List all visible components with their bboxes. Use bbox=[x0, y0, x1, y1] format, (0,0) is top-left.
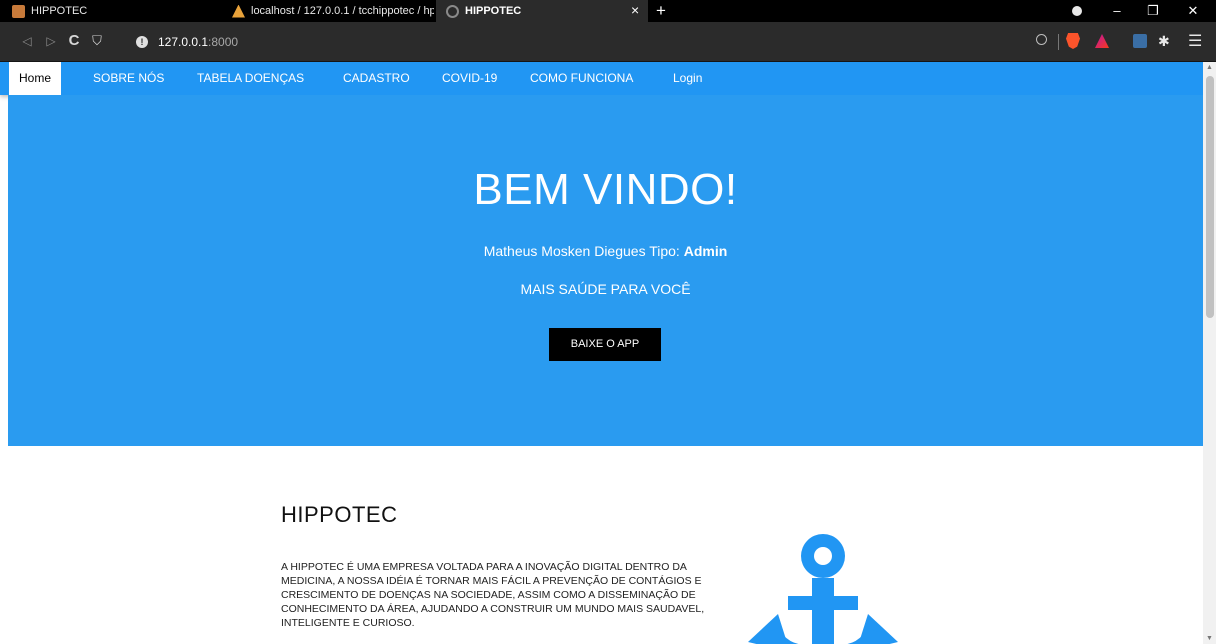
user-type: Admin bbox=[683, 243, 728, 259]
page-scrollbar[interactable]: ▲ ▼ bbox=[1203, 62, 1216, 644]
browser-tab-strip: HIPPOTEC localhost / 127.0.0.1 / tcchipp… bbox=[0, 0, 1216, 22]
extension-icon[interactable] bbox=[1133, 34, 1147, 48]
nav-item-cadastro[interactable]: CADASTRO bbox=[343, 62, 410, 95]
bookmark-icon[interactable]: ⛉ bbox=[86, 32, 108, 50]
new-tab-icon[interactable]: + bbox=[656, 0, 666, 22]
page-viewport: Home SOBRE NÓS TABELA DOENÇAS CADASTRO C… bbox=[0, 62, 1203, 644]
window-close-icon[interactable]: ✕ bbox=[1178, 0, 1208, 22]
browser-tab-hippotec[interactable]: HIPPOTEC bbox=[4, 0, 214, 22]
hero-title: BEM VINDO! bbox=[473, 165, 738, 214]
browser-toolbar: ◁ ▷ C ⛉ ! 127.0.0.1 :8000 ✱ ☰ bbox=[0, 22, 1216, 62]
url-port: :8000 bbox=[208, 35, 239, 49]
globe-favicon-icon bbox=[446, 4, 459, 18]
minimize-icon[interactable]: – bbox=[1102, 0, 1132, 22]
nav-item-login[interactable]: Login bbox=[673, 62, 702, 95]
nav-item-como-funciona[interactable]: COMO FUNCIONA bbox=[530, 62, 633, 95]
scroll-thumb[interactable] bbox=[1206, 76, 1214, 318]
download-app-button[interactable]: BAIXE O APP bbox=[549, 328, 661, 361]
back-icon[interactable]: ◁ bbox=[16, 32, 38, 50]
tab-close-icon[interactable]: × bbox=[631, 2, 639, 18]
brave-rewards-icon[interactable] bbox=[1095, 34, 1109, 48]
menu-icon[interactable]: ☰ bbox=[1188, 31, 1202, 51]
nav-item-covid-19[interactable]: COVID-19 bbox=[442, 62, 497, 95]
reload-icon[interactable]: C bbox=[63, 32, 85, 50]
anchor-icon bbox=[748, 534, 898, 644]
about-title: HIPPOTEC bbox=[281, 502, 398, 527]
toolbar-divider bbox=[1058, 34, 1059, 50]
url-host: 127.0.0.1 bbox=[158, 35, 209, 49]
tab-title: HIPPOTEC bbox=[31, 5, 88, 17]
scroll-down-icon[interactable]: ▼ bbox=[1203, 635, 1216, 642]
forward-icon[interactable]: ▷ bbox=[40, 32, 62, 50]
scroll-up-icon[interactable]: ▲ bbox=[1203, 64, 1216, 71]
nav-item-tabela-doencas[interactable]: TABELA DOENÇAS bbox=[197, 62, 304, 95]
browser-tab-hippotec-active[interactable]: HIPPOTEC bbox=[436, 0, 648, 22]
profile-icon[interactable] bbox=[1072, 6, 1082, 16]
user-name: Matheus Mosken Diegues Tipo: bbox=[483, 243, 684, 259]
phpmyadmin-favicon-icon bbox=[232, 4, 245, 18]
zoom-icon[interactable] bbox=[1036, 34, 1047, 45]
address-bar[interactable]: ! 127.0.0.1 :8000 bbox=[136, 29, 1056, 55]
hero-section: BEM VINDO! Matheus Mosken Diegues Tipo: … bbox=[8, 95, 1203, 446]
browser-tab-phpmyadmin[interactable]: localhost / 127.0.0.1 / tcchippotec / hp bbox=[222, 0, 434, 22]
nav-item-sobre-nos[interactable]: SOBRE NÓS bbox=[93, 62, 164, 95]
hero-slogan: MAIS SAÚDE PARA VOCÊ bbox=[520, 281, 691, 297]
brave-shield-icon[interactable] bbox=[1066, 33, 1080, 49]
hero-user-info: Matheus Mosken Diegues Tipo: Admin bbox=[8, 243, 1203, 259]
tab-title: HIPPOTEC bbox=[465, 5, 522, 17]
about-text: A HIPPOTEC É UMA EMPRESA VOLTADA PARA A … bbox=[281, 561, 705, 629]
info-icon[interactable]: ! bbox=[136, 36, 148, 48]
nav-item-home[interactable]: Home bbox=[9, 62, 62, 95]
puzzle-icon[interactable]: ✱ bbox=[1158, 33, 1170, 50]
tab-title: localhost / 127.0.0.1 / tcchippotec / hp bbox=[251, 5, 434, 17]
hippo-favicon-icon bbox=[12, 4, 25, 18]
restore-icon[interactable]: ❐ bbox=[1138, 0, 1168, 22]
site-navbar: Home SOBRE NÓS TABELA DOENÇAS CADASTRO C… bbox=[0, 62, 1203, 95]
